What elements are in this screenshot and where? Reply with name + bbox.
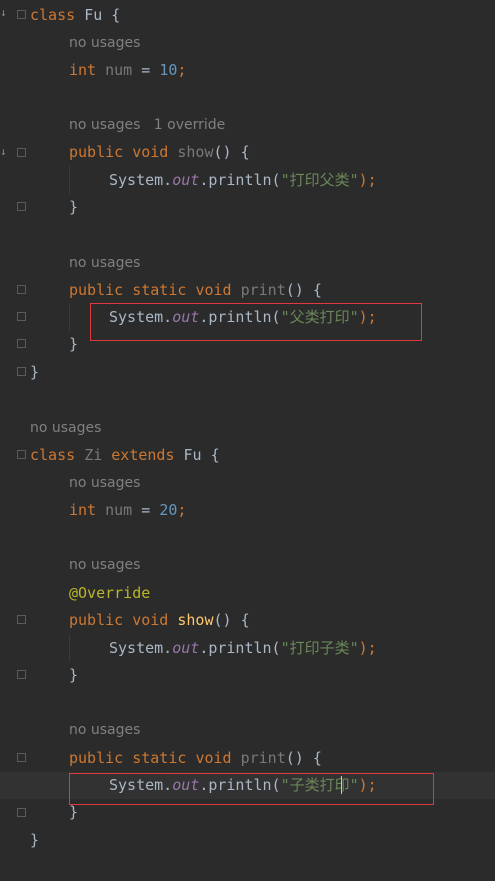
inlay-hint-line: no usages 1 override	[0, 112, 495, 139]
code-line[interactable]: public void show() {	[0, 139, 495, 166]
semicolon: ;	[177, 501, 187, 519]
code-line[interactable]: public static void print() {	[0, 745, 495, 772]
code-line[interactable]: public static void print() {	[0, 277, 495, 304]
keyword: class	[30, 446, 76, 464]
keyword: void	[195, 281, 232, 299]
keyword: public	[69, 143, 124, 161]
keyword: void	[195, 749, 232, 767]
keyword: class	[30, 6, 76, 24]
number-literal: 20	[159, 501, 178, 519]
keyword: int	[69, 501, 97, 519]
keyword: extends	[111, 446, 175, 464]
inlay-hint-line: no usages	[0, 717, 495, 744]
operator: =	[141, 61, 151, 79]
field-name: num	[105, 501, 133, 519]
usages-hint[interactable]: no usages	[69, 717, 140, 744]
keyword: public	[69, 749, 124, 767]
parens: ()	[285, 749, 304, 767]
brace: }	[69, 335, 79, 353]
usages-hint[interactable]: no usages	[69, 117, 140, 133]
brace: {	[312, 281, 322, 299]
code-line[interactable]: @Override	[0, 580, 495, 607]
brace: {	[111, 6, 121, 24]
usages-hint[interactable]: no usages	[69, 30, 140, 57]
field-name: num	[105, 61, 133, 79]
method-call: .println(	[199, 639, 281, 657]
keyword: static	[132, 281, 187, 299]
inlay-hint-line: no usages	[0, 250, 495, 277]
brace: {	[210, 446, 220, 464]
code-line[interactable]: class Zi extends Fu {	[0, 442, 495, 469]
inlay-hint-line: no usages	[0, 470, 495, 497]
parens: ()	[213, 143, 232, 161]
string-literal: "打印子类"	[280, 639, 359, 657]
semicolon: ;	[177, 61, 187, 79]
code-line[interactable]: }	[0, 194, 495, 221]
usages-hint[interactable]: no usages	[69, 470, 140, 497]
code-line[interactable]: }	[0, 799, 495, 826]
operator: =	[141, 501, 151, 519]
annotation: @Override	[69, 584, 151, 602]
static-field: out	[172, 639, 200, 657]
code-line[interactable]: }	[0, 331, 495, 358]
override-hint[interactable]: 1 override	[154, 117, 225, 133]
inlay-hint-line: no usages	[0, 30, 495, 57]
semicolon: );	[358, 639, 377, 657]
static-field: out	[172, 171, 200, 189]
code-line[interactable]: public void show() {	[0, 607, 495, 634]
brace: {	[240, 611, 250, 629]
brace: }	[69, 198, 79, 216]
inlay-hint-line: no usages	[0, 415, 495, 442]
method-name: show	[177, 611, 214, 629]
keyword: void	[132, 143, 169, 161]
brace: {	[312, 749, 322, 767]
keyword: public	[69, 611, 124, 629]
inlay-hint-line: no usages	[0, 552, 495, 579]
keyword: public	[69, 281, 124, 299]
keyword: void	[132, 611, 169, 629]
method-name: show	[177, 143, 214, 161]
class-name: Zi	[84, 446, 103, 464]
code-line[interactable]: }	[0, 359, 495, 386]
code-line[interactable]: }	[0, 662, 495, 689]
string-literal: "打印父类"	[280, 171, 359, 189]
brace: }	[69, 803, 79, 821]
parens: ()	[285, 281, 304, 299]
method-name: print	[240, 749, 286, 767]
code-line[interactable]: int num = 20;	[0, 497, 495, 524]
brace: {	[240, 143, 250, 161]
code-line[interactable]: System.out.println("打印子类");	[0, 635, 495, 662]
semicolon: );	[358, 171, 377, 189]
method-name: print	[240, 281, 286, 299]
number-literal: 10	[159, 61, 178, 79]
usages-hint[interactable]: no usages	[30, 415, 101, 442]
keyword: static	[132, 749, 187, 767]
parens: ()	[213, 611, 232, 629]
class-ref: System.	[109, 171, 173, 189]
code-line[interactable]: class Fu {	[0, 2, 495, 29]
class-name: Fu	[84, 6, 103, 24]
brace: }	[30, 363, 40, 381]
code-line[interactable]: int num = 10;	[0, 57, 495, 84]
code-line[interactable]: System.out.println("打印父类");	[0, 167, 495, 194]
usages-hint[interactable]: no usages	[69, 552, 140, 579]
keyword: int	[69, 61, 97, 79]
class-name: Fu	[183, 446, 202, 464]
brace: }	[69, 666, 79, 684]
class-ref: System.	[109, 639, 173, 657]
usages-hint[interactable]: no usages	[69, 250, 140, 277]
method-call: .println(	[199, 171, 281, 189]
